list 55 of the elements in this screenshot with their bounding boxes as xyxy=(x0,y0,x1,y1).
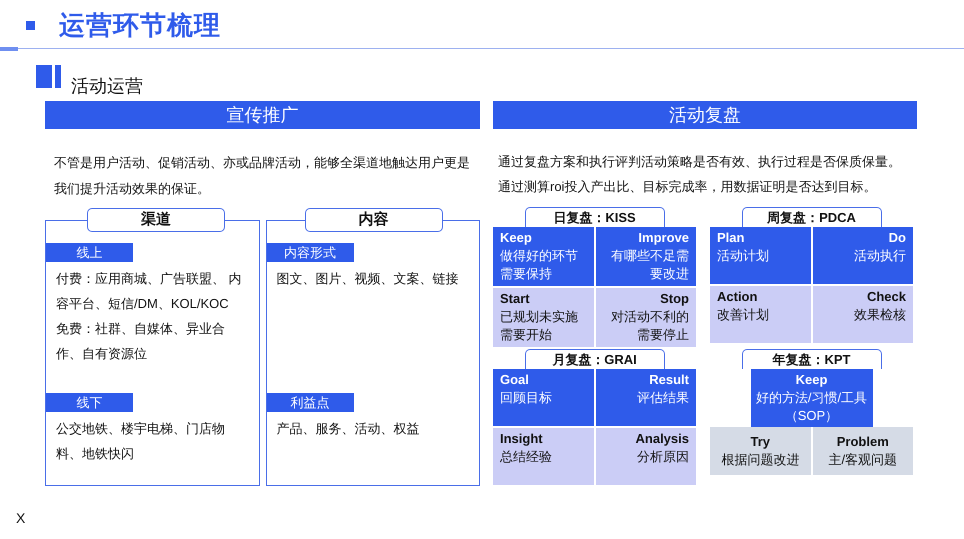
cell-text: 对活动不利的需要停止 xyxy=(610,308,689,344)
cell-title: Keep xyxy=(500,229,533,247)
cell-text: 活动计划 xyxy=(717,247,770,265)
cell-text: 已规划未实施需要开始 xyxy=(500,308,579,344)
item-text: 图文、图片、视频、文案、链接 xyxy=(276,270,460,288)
item-text: 免费：社群、自媒体、异业合作、自有资源位 xyxy=(55,320,226,363)
section-title: 活动运营 xyxy=(71,75,143,98)
description-text: 通过测算roi投入产出比、目标完成率，用数据证明是否达到目标。 xyxy=(498,178,878,196)
cell-title: Problem xyxy=(836,433,890,451)
group-label: 利益点 xyxy=(266,393,354,412)
page-title: 运营环节梳理 xyxy=(59,8,221,42)
group-label: 线下 xyxy=(46,393,133,412)
cell-text: 回顾目标 xyxy=(500,389,553,407)
cell-title: Insight xyxy=(500,430,544,448)
description-text: 不管是用户活动、促销活动、亦或品牌活动，能够全渠道地触达用户更是我们提升活动效果的保证。 xyxy=(54,154,471,198)
framework-title: 年复盘：KPT xyxy=(742,349,882,369)
cell-title: Analysis xyxy=(634,430,689,448)
cell-text: 分析原因 xyxy=(636,448,689,466)
cell-title: Check xyxy=(866,288,906,306)
cell-text: 活动执行 xyxy=(853,247,906,265)
panel-title: 渠道 xyxy=(87,208,225,232)
cell-text: 评估结果 xyxy=(636,389,689,407)
item-text: 产品、服务、活动、权益 xyxy=(276,420,420,438)
description-text: 通过复盘方案和执行评判活动策略是否有效、执行过程是否保质保量。 xyxy=(498,153,902,171)
cell-text: 总结经验 xyxy=(500,448,553,466)
group-label: 内容形式 xyxy=(266,243,354,262)
cell-text: 有哪些不足需要改进 xyxy=(610,247,689,283)
square-icon xyxy=(26,20,35,30)
group-label: 线上 xyxy=(46,243,133,262)
bar-icon xyxy=(36,65,61,88)
cell-text: 根据问题改进 xyxy=(720,451,800,469)
section-banner: 活动复盘 xyxy=(493,101,917,129)
cell-title: Keep xyxy=(794,371,828,389)
cell-text: 做得好的环节需要保持 xyxy=(500,247,579,283)
framework-title: 日复盘：KISS xyxy=(524,207,664,227)
cell-text: 改善计划 xyxy=(717,306,770,324)
cell-title: Result xyxy=(648,371,689,389)
framework-title: 周复盘：PDCA xyxy=(742,207,882,227)
section-banner: 宣传推广 xyxy=(45,101,480,129)
item-text: 公交地铁、楼宇电梯、门店物料、地铁快闪 xyxy=(55,420,226,463)
cell-title: Goal xyxy=(500,371,530,389)
item-text: 付费：应用商城、广告联盟、 内容平台、短信/DM、KOL/KOC xyxy=(55,270,243,313)
framework-title: 月复盘：GRAI xyxy=(524,349,664,369)
panel-title: 内容 xyxy=(304,208,442,232)
cell-title: Do xyxy=(888,229,906,247)
cell-title: Improve xyxy=(637,229,689,247)
corner-mark: X xyxy=(16,510,26,526)
cell-text: 主/客观问题 xyxy=(827,451,898,469)
cell-text: 好的方法/习惯/工具（SOP） xyxy=(756,389,868,425)
cell-title: Action xyxy=(717,288,758,306)
cell-text: 效果检核 xyxy=(853,306,906,324)
cell-title: Stop xyxy=(659,290,689,308)
cell-title: Plan xyxy=(717,229,746,247)
cell-title: Start xyxy=(500,290,531,308)
cell-title: Try xyxy=(749,433,771,451)
